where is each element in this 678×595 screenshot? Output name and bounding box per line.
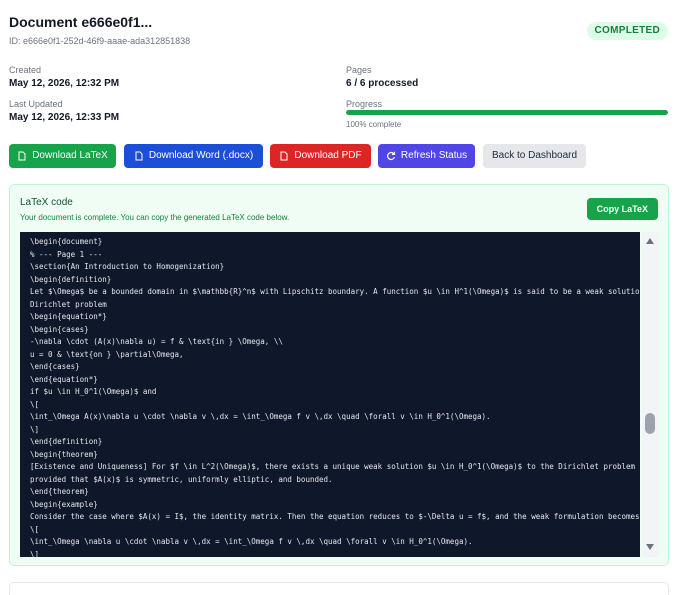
code-line: Let $\Omega$ be a bounded domain in $\ma… xyxy=(30,287,640,296)
scroll-up-arrow-icon[interactable] xyxy=(646,238,654,244)
code-line: \begin{document} xyxy=(30,237,103,246)
refresh-status-button[interactable]: Refresh Status xyxy=(378,144,475,168)
latex-code-area[interactable]: \begin{document} % --- Page 1 --- \section… xyxy=(20,232,640,557)
refresh-icon xyxy=(386,151,396,161)
code-line: u = 0 & \text{on } \partial\Omega, xyxy=(30,349,184,359)
progress-bar-fill xyxy=(346,110,668,115)
code-line: Consider the case where $A(x) = I$, the … xyxy=(30,512,640,521)
code-line: \[ xyxy=(30,524,40,534)
latex-panel-subtitle: Your document is complete. You can copy … xyxy=(20,213,290,222)
created-value: May 12, 2026, 12:32 PM xyxy=(9,78,120,89)
scroll-down-arrow-icon[interactable] xyxy=(646,544,654,550)
back-to-dashboard-label: Back to Dashboard xyxy=(491,150,578,161)
code-line: \[ xyxy=(30,399,40,409)
code-line: \begin{definition} xyxy=(30,274,112,284)
document-icon xyxy=(280,151,288,161)
progress-label: Progress xyxy=(346,99,383,109)
code-line: \begin{theorem} xyxy=(30,449,98,459)
download-latex-button[interactable]: Download LaTeX xyxy=(9,144,116,168)
document-id: ID: e666e0f1-252d-46f9-aaae-ada312851838 xyxy=(9,36,191,46)
code-line: \end{theorem} xyxy=(30,487,89,496)
code-scrollbar[interactable] xyxy=(642,232,659,557)
download-latex-label: Download LaTeX xyxy=(32,150,108,161)
copy-latex-button[interactable]: Copy LaTeX xyxy=(586,198,658,220)
code-line: \begin{cases} xyxy=(30,324,89,334)
code-line: \int_\Omega \nabla u \cdot \nabla v \,dx… xyxy=(30,537,473,546)
refresh-status-label: Refresh Status xyxy=(400,150,468,161)
code-line: \end{definition} xyxy=(30,437,103,446)
document-title: Document e666e0f1... xyxy=(9,14,153,30)
code-line: % --- Page 1 --- xyxy=(30,249,103,259)
back-to-dashboard-button[interactable]: Back to Dashboard xyxy=(483,144,586,168)
download-word-label: Download Word (.docx) xyxy=(148,150,254,161)
download-word-button[interactable]: Download Word (.docx) xyxy=(124,144,263,168)
scroll-thumb[interactable] xyxy=(645,413,655,434)
code-line: \begin{equation*} xyxy=(30,312,107,321)
next-section-card xyxy=(9,582,669,595)
code-line: \] xyxy=(30,549,40,558)
latex-panel-title: LaTeX code xyxy=(20,197,73,208)
document-icon xyxy=(135,151,143,161)
code-line: \end{equation*} xyxy=(30,374,98,384)
updated-label: Last Updated xyxy=(9,99,63,109)
code-line: provided that $A(x)$ is symmetric, unifo… xyxy=(30,474,333,484)
latex-panel: LaTeX code Your document is complete. Yo… xyxy=(9,184,669,566)
code-line: -\nabla \cdot (A(x)\nabla u) = f & \text… xyxy=(30,337,283,346)
code-line: \end{cases} xyxy=(30,362,80,371)
pages-label: Pages xyxy=(346,65,372,75)
code-line: \begin{example} xyxy=(30,499,98,509)
download-pdf-label: Download PDF xyxy=(294,150,362,161)
code-line: \] xyxy=(30,424,40,434)
updated-value: May 12, 2026, 12:33 PM xyxy=(9,112,120,123)
created-label: Created xyxy=(9,65,42,75)
progress-note: 100% complete xyxy=(346,120,402,129)
code-line: [Existence and Uniqueness] For $f \in L^… xyxy=(30,462,640,471)
status-badge: COMPLETED xyxy=(586,22,668,40)
code-line: \int_\Omega A(x)\nabla u \cdot \nabla v … xyxy=(30,412,491,421)
pages-value: 6 / 6 processed xyxy=(346,78,419,89)
code-line: if $u \in H_0^1(\Omega)$ and xyxy=(30,387,157,396)
latex-code-lines: \begin{document} % --- Page 1 --- \section… xyxy=(20,232,640,557)
code-line: \section{An Introduction to Homogenizati… xyxy=(30,262,225,271)
code-line: Dirichlet problem xyxy=(30,299,107,309)
download-pdf-button[interactable]: Download PDF xyxy=(270,144,371,168)
progress-bar xyxy=(346,110,668,115)
document-icon xyxy=(18,151,26,161)
